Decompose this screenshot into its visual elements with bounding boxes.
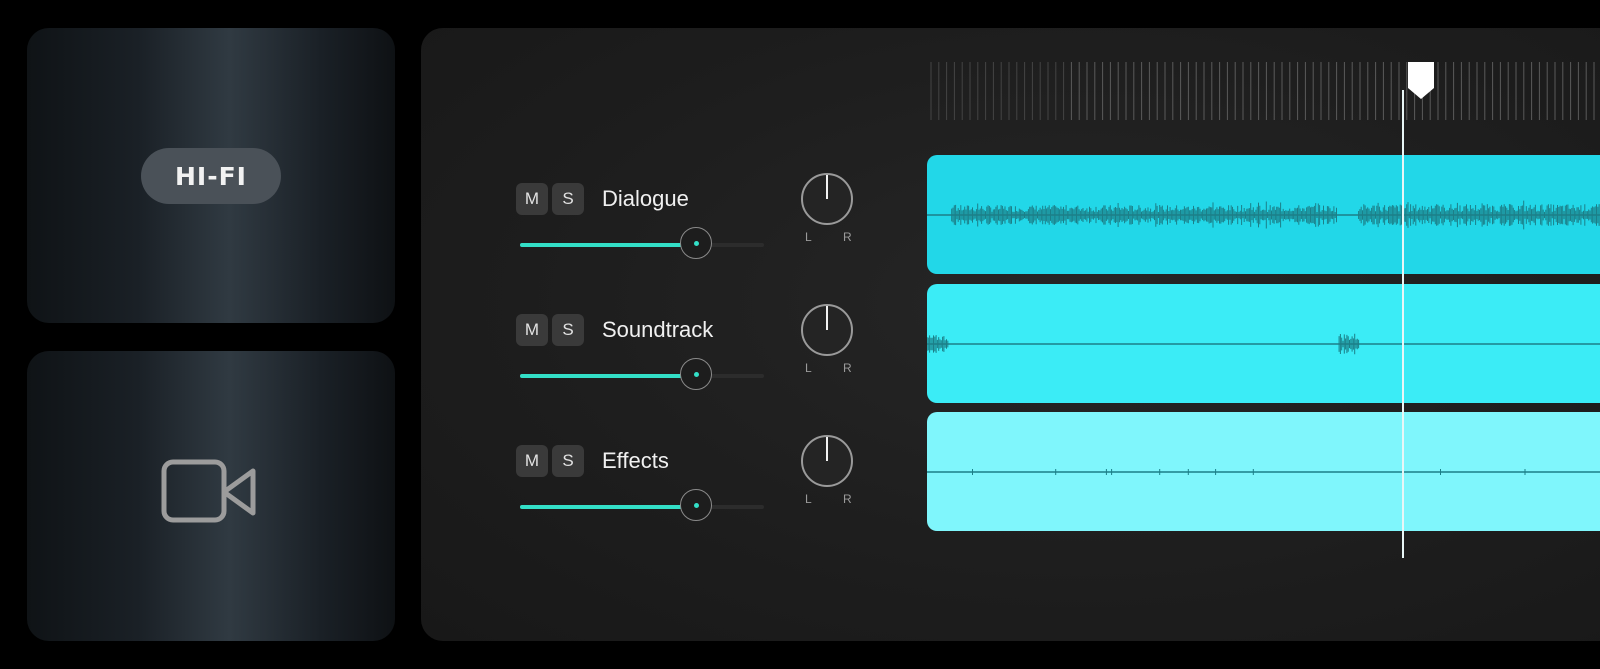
timeline-ruler[interactable] [929, 62, 1600, 120]
solo-button[interactable]: S [552, 445, 584, 477]
volume-slider-thumb[interactable] [680, 227, 712, 259]
clip-dialogue[interactable] [927, 155, 1600, 274]
video-tile[interactable] [27, 351, 395, 641]
track-effects: M S Effects L R [516, 435, 876, 535]
pan-right-label: R [843, 230, 852, 244]
volume-slider[interactable] [520, 505, 764, 509]
mixer-panel: M S Dialogue L R M S Soundtrack L R M S … [421, 28, 1600, 641]
track-name: Dialogue [602, 186, 689, 211]
track-dialogue: M S Dialogue L R [516, 173, 876, 273]
mute-button[interactable]: M [516, 183, 548, 215]
mute-button[interactable]: M [516, 314, 548, 346]
pan-left-label: L [805, 230, 812, 244]
waveform-peaks [951, 200, 1600, 230]
pan-knob[interactable] [801, 304, 853, 356]
clip-effects[interactable] [927, 412, 1600, 531]
mute-button[interactable]: M [516, 445, 548, 477]
clip-soundtrack[interactable] [927, 284, 1600, 403]
pan-knob[interactable] [801, 435, 853, 487]
track-soundtrack: M S Soundtrack L R [516, 304, 876, 404]
playhead-line[interactable] [1402, 90, 1404, 558]
waveform [927, 200, 1600, 230]
volume-slider-thumb[interactable] [680, 489, 712, 521]
track-name: Effects [602, 448, 669, 473]
volume-slider[interactable] [520, 374, 764, 378]
volume-slider-fill [520, 243, 696, 247]
pan-right-label: R [843, 492, 852, 506]
volume-slider[interactable] [520, 243, 764, 247]
solo-button[interactable]: S [552, 183, 584, 215]
volume-slider-fill [520, 505, 696, 509]
hifi-badge: HI-FI [141, 148, 281, 204]
pan-left-label: L [805, 492, 812, 506]
volume-slider-fill [520, 374, 696, 378]
video-camera-icon [161, 459, 256, 523]
solo-button[interactable]: S [552, 314, 584, 346]
track-name: Soundtrack [602, 317, 714, 342]
pan-right-label: R [843, 361, 852, 375]
pan-knob[interactable] [801, 173, 853, 225]
waveform [927, 469, 1600, 475]
pan-left-label: L [805, 361, 812, 375]
volume-slider-thumb[interactable] [680, 358, 712, 390]
hifi-tile[interactable]: HI-FI [27, 28, 395, 323]
waveform [927, 333, 1600, 355]
